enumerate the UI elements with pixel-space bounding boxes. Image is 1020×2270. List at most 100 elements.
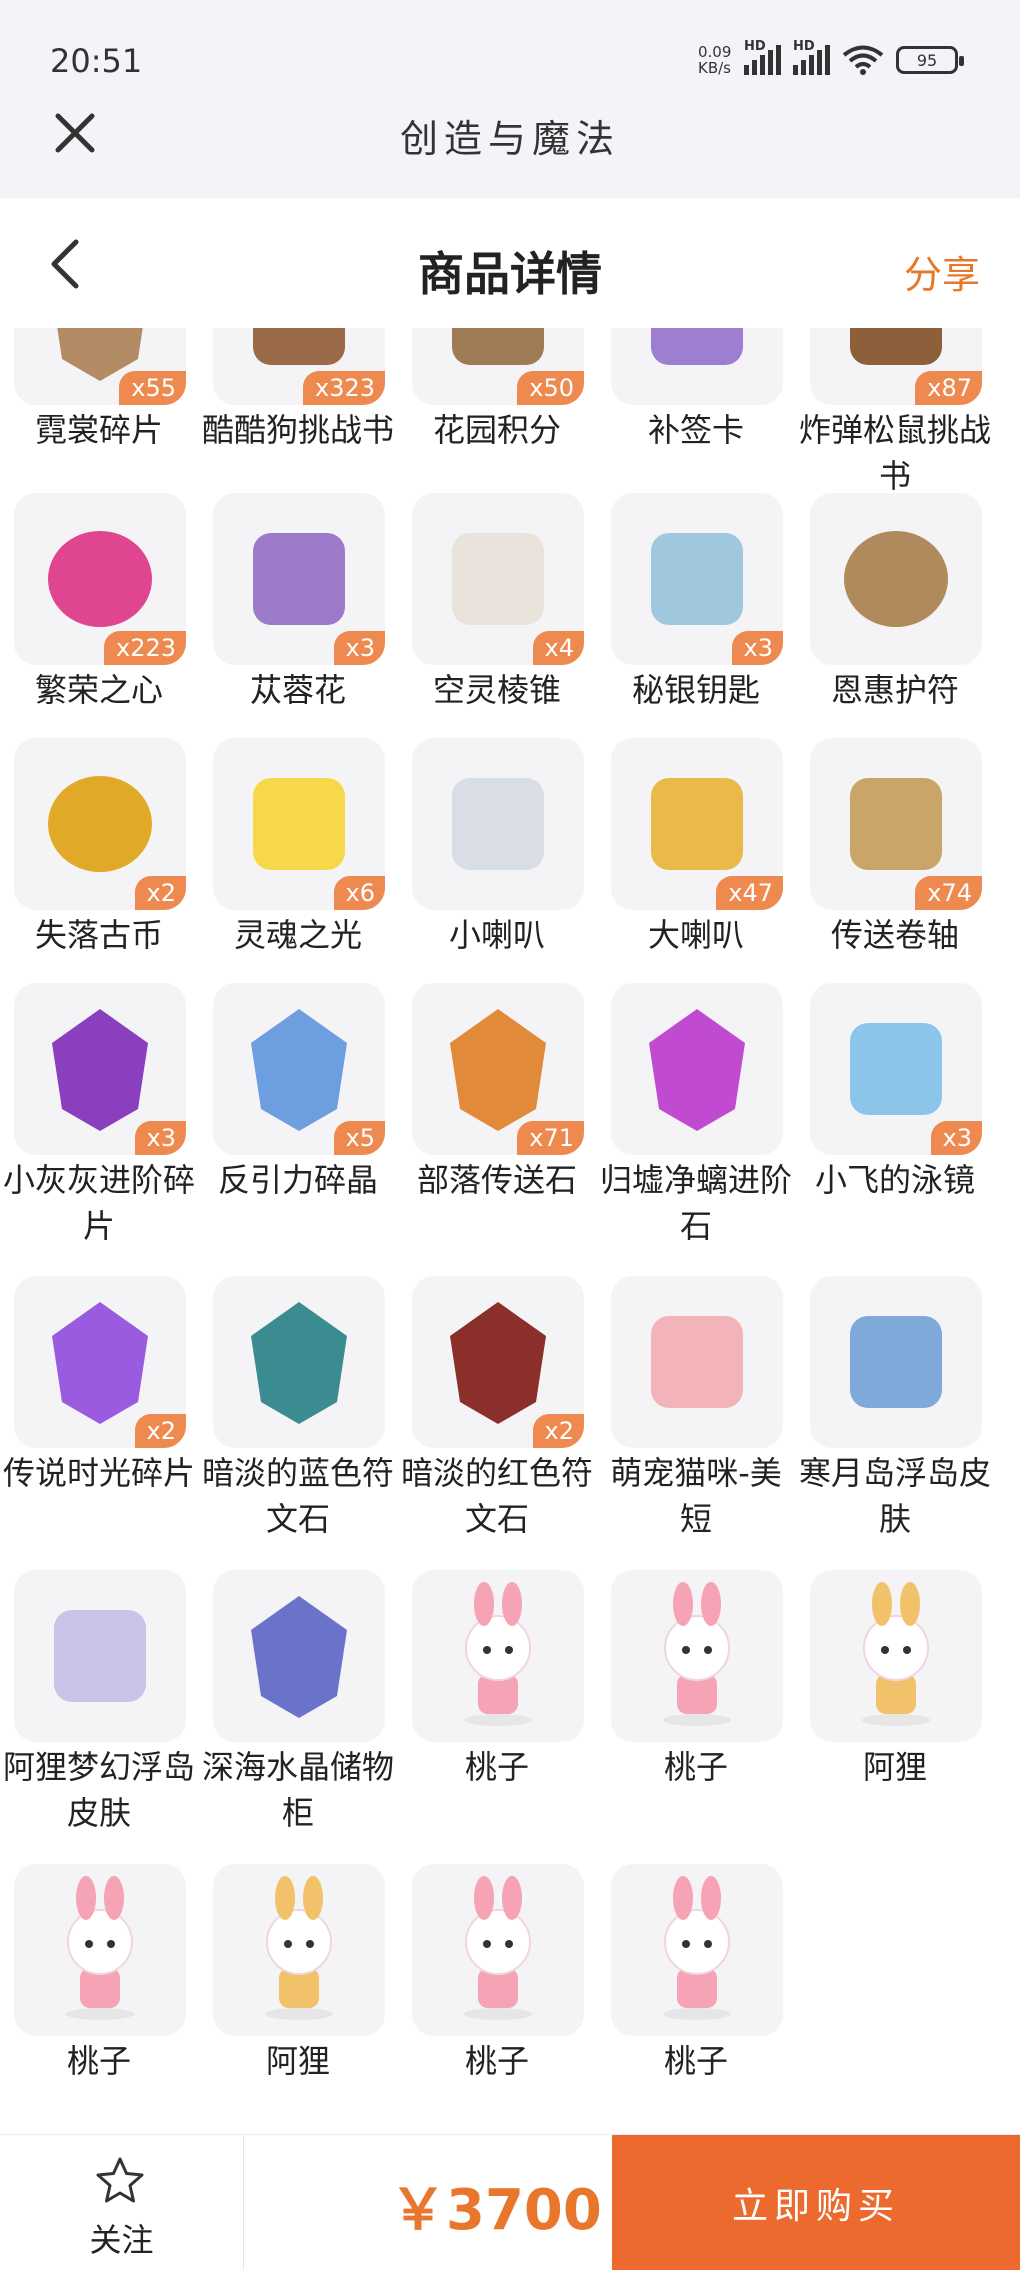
- item-image: [810, 493, 982, 665]
- item-count-badge: x47: [716, 876, 783, 910]
- item-label: 桃子: [464, 2042, 529, 2080]
- network-speed-value: 0.09: [698, 43, 732, 61]
- item-image: x2: [412, 1276, 584, 1448]
- item-graphic: [651, 1316, 743, 1408]
- item-label: 恩惠护符: [830, 671, 959, 709]
- item-image: x55: [14, 328, 186, 405]
- item-label: 阿狸: [862, 1748, 927, 1786]
- item-card[interactable]: 桃子: [0, 328, 198, 2080]
- taozi-character-icon: [66, 1876, 134, 2020]
- item-count-badge: x3: [134, 1121, 186, 1155]
- item-image: x6: [213, 738, 385, 910]
- makeup-card-icon: [651, 328, 743, 365]
- share-button[interactable]: 分享: [904, 244, 980, 299]
- item-card[interactable]: 桃子: [398, 328, 596, 2080]
- item-image: x50: [412, 328, 584, 405]
- ali-character-icon: [265, 1876, 333, 2020]
- wifi-icon: [842, 45, 884, 75]
- item-image: [213, 1864, 385, 2036]
- item-image: x4: [412, 493, 584, 665]
- taozi-character-icon: [663, 1876, 731, 2020]
- battery-icon: 95: [896, 46, 964, 74]
- item-label: 桃子: [66, 2042, 131, 2080]
- crystal-cabinet-icon: [251, 1596, 347, 1718]
- item-image: [213, 1276, 385, 1448]
- item-graphic: [663, 1582, 731, 1726]
- item-label: 传送卷轴: [830, 916, 959, 954]
- item-card[interactable]: 阿狸: [796, 328, 994, 1786]
- item-graphic: [251, 1302, 347, 1424]
- item-image: [213, 1570, 385, 1742]
- item-image: x2: [14, 1276, 186, 1448]
- item-image: [611, 1864, 783, 2036]
- floating-island-ice-icon: [850, 1316, 942, 1408]
- item-count-badge: x87: [915, 371, 982, 405]
- item-graphic: [54, 1610, 146, 1702]
- item-image: [611, 983, 783, 1155]
- item-image: x3: [611, 493, 783, 665]
- item-count-badge: x74: [915, 876, 982, 910]
- item-graphic: [850, 1023, 942, 1115]
- small-megaphone-icon: [452, 778, 544, 870]
- item-graphic: [452, 328, 544, 365]
- item-count-badge: x55: [119, 371, 186, 405]
- network-speed: 0.09 KB/s: [698, 44, 732, 76]
- follow-button[interactable]: 关注: [0, 2135, 244, 2270]
- item-graphic: [253, 533, 345, 625]
- item-graphic: [253, 778, 345, 870]
- item-image: [14, 1864, 186, 2036]
- top-bar: 20:51 0.09 KB/s HD HD 95 创造与魔法: [0, 0, 1020, 198]
- item-graphic: [265, 1876, 333, 2020]
- item-graphic: [850, 328, 942, 365]
- network-speed-unit: KB/s: [698, 59, 731, 77]
- item-label: 小喇叭: [448, 916, 545, 954]
- item-count-badge: x2: [134, 876, 186, 910]
- item-image: x87: [810, 328, 982, 405]
- item-graphic: [651, 778, 743, 870]
- item-image: [810, 1570, 982, 1742]
- item-card[interactable]: 阿狸: [199, 328, 397, 2080]
- signal-2-tag: HD: [793, 39, 815, 54]
- item-label: 深海水晶储物柜: [201, 1748, 394, 1832]
- taozi-character-icon: [663, 1582, 731, 1726]
- item-graphic: [651, 328, 743, 365]
- item-image: [611, 328, 783, 405]
- item-card[interactable]: 桃子: [597, 328, 795, 2080]
- signal-1-icon: HD: [744, 39, 781, 75]
- item-graphic: [663, 1876, 731, 2020]
- item-graphic: [850, 1316, 942, 1408]
- item-label: 部落传送石: [416, 1161, 577, 1199]
- item-count-badge: x3: [731, 631, 783, 665]
- item-label: 暗淡的红色符文石: [400, 1454, 593, 1538]
- page-header: 商品详情 分享: [0, 198, 1020, 328]
- item-count-badge: x71: [517, 1121, 584, 1155]
- item-image: x223: [14, 493, 186, 665]
- item-image: x74: [810, 738, 982, 910]
- item-graphic: [52, 1009, 148, 1131]
- grace-amulet-icon: [844, 531, 948, 627]
- item-count-badge: x3: [930, 1121, 982, 1155]
- item-label: 大喇叭: [647, 916, 744, 954]
- item-label: 秘银钥匙: [631, 671, 760, 709]
- item-graphic: [850, 778, 942, 870]
- item-graphic: [450, 1009, 546, 1131]
- item-image: [412, 738, 584, 910]
- item-label: 桃子: [464, 1748, 529, 1786]
- item-image: [412, 1570, 584, 1742]
- item-graphic: [48, 776, 152, 872]
- buy-now-button[interactable]: 立即购买: [612, 2135, 1020, 2270]
- item-label: 暗淡的蓝色符文石: [201, 1454, 394, 1538]
- item-count-badge: x3: [333, 631, 385, 665]
- item-graphic: [651, 533, 743, 625]
- item-label: 失落古币: [34, 916, 163, 954]
- item-label: 炸弹松鼠挑战书: [798, 411, 991, 495]
- item-image: [14, 1570, 186, 1742]
- item-count-badge: x223: [103, 631, 186, 665]
- item-image: x3: [810, 983, 982, 1155]
- item-graphic: [253, 328, 345, 365]
- item-graphic: [452, 778, 544, 870]
- item-label: 花园积分: [432, 411, 561, 449]
- item-label: 阿狸梦幻浮岛皮肤: [2, 1748, 195, 1832]
- item-image: x3: [14, 983, 186, 1155]
- taozi-character-icon: [464, 1582, 532, 1726]
